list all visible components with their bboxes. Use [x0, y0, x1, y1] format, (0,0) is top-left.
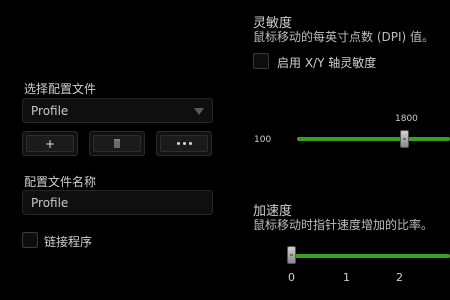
acceleration-description: 鼠标移动时指针速度增加的比率。 [253, 218, 434, 232]
more-options-button[interactable] [156, 131, 212, 156]
acceleration-tick: 2 [396, 271, 403, 284]
trash-icon [114, 139, 120, 148]
sensitivity-slider-track[interactable] [297, 137, 450, 141]
sensitivity-slider-thumb[interactable] [400, 130, 409, 148]
profile-select-value: Profile [31, 104, 69, 118]
plus-icon: + [44, 136, 56, 151]
profile-name-value: Profile [31, 196, 69, 210]
profile-select[interactable]: Profile [22, 98, 213, 123]
add-profile-button[interactable]: + [22, 131, 78, 156]
link-program-checkbox[interactable] [22, 232, 38, 248]
acceleration-tick: 0 [288, 271, 295, 284]
sensitivity-description: 鼠标移动的每英寸点数 (DPI) 值。 [253, 30, 435, 44]
xy-sensitivity-label: 启用 X/Y 轴灵敏度 [277, 56, 377, 70]
acceleration-slider-thumb[interactable] [287, 246, 296, 264]
delete-profile-button[interactable] [89, 131, 145, 156]
acceleration-slider-track[interactable] [290, 254, 450, 258]
more-dots-icon [176, 142, 192, 145]
sensitivity-value-label: 1800 [395, 114, 418, 124]
xy-sensitivity-checkbox[interactable] [253, 53, 269, 69]
chevron-down-icon [194, 108, 204, 115]
sensitivity-min-label: 100 [254, 135, 272, 145]
acceleration-tick: 1 [343, 271, 350, 284]
profile-name-input[interactable]: Profile [22, 190, 213, 215]
profile-name-label: 配置文件名称 [24, 175, 97, 189]
link-program-label: 链接程序 [44, 235, 93, 249]
select-profile-label: 选择配置文件 [24, 82, 97, 96]
